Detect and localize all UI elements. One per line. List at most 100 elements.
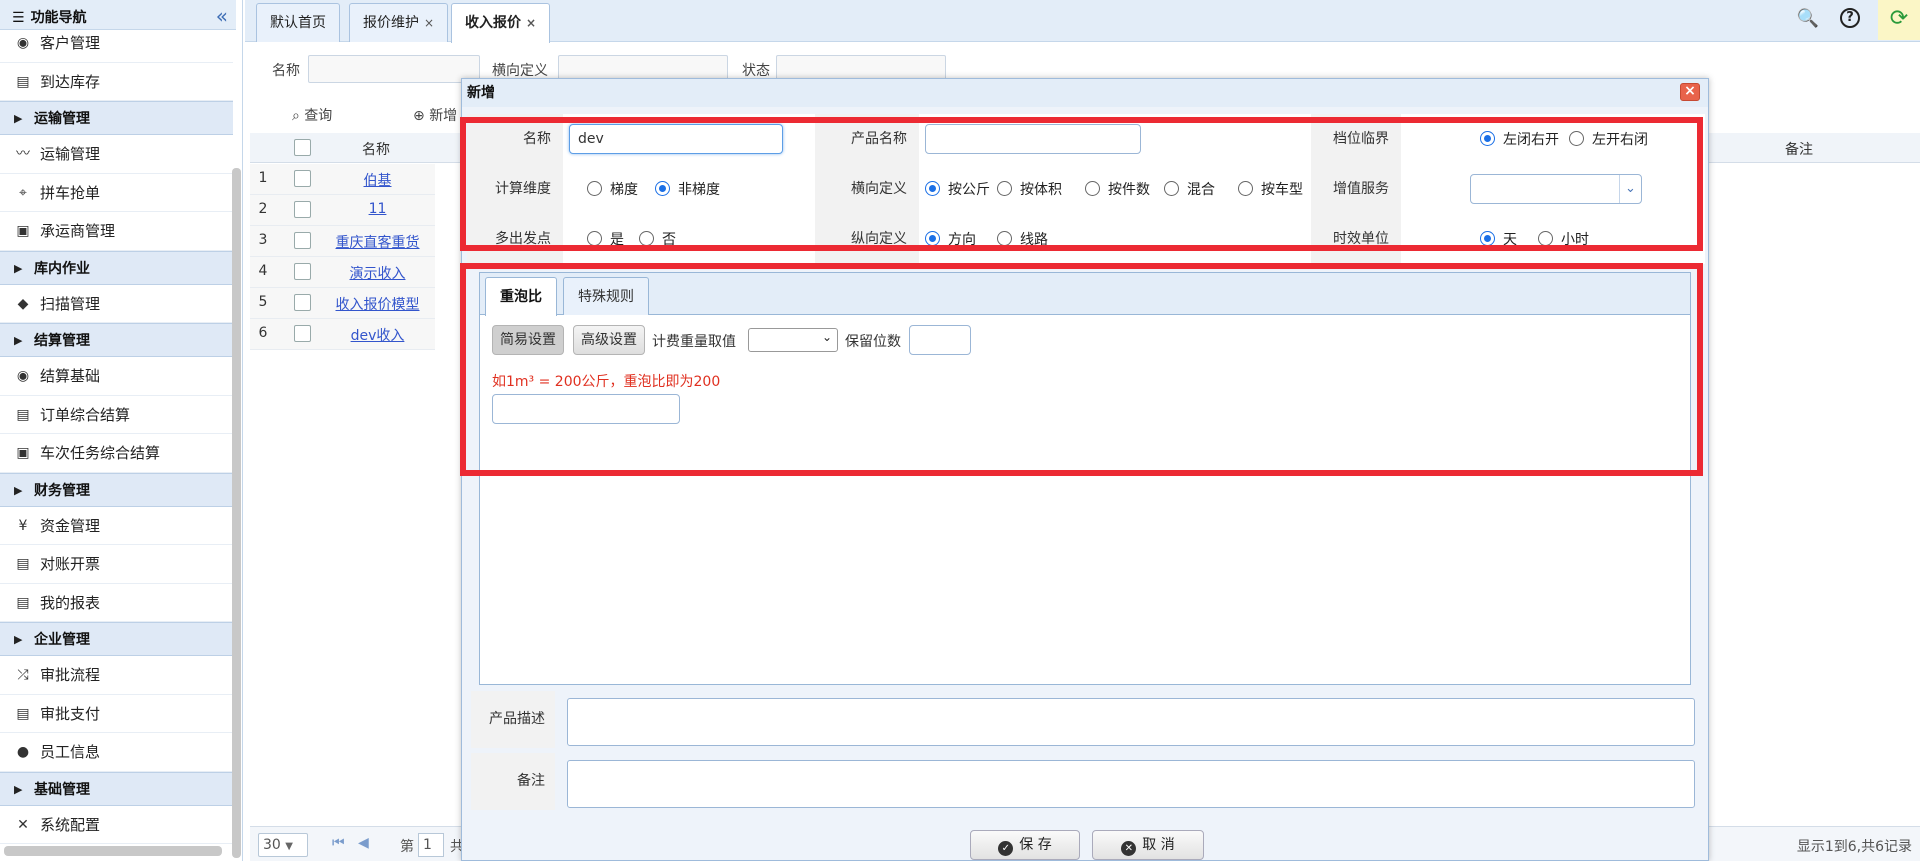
table-row[interactable]: 2 11 (250, 195, 435, 226)
sidebar-item-label: 员工信息 (40, 743, 101, 761)
table-row[interactable]: 1 伯基 (250, 164, 435, 195)
sidebar-item-label: 运输管理 (40, 145, 101, 163)
user-icon: ● (16, 744, 30, 760)
row-name-link[interactable]: 重庆直客重货 (250, 232, 435, 252)
sidebar-item[interactable]: ▤ 到达库存 (0, 63, 233, 101)
row-name-link[interactable]: 11 (250, 201, 435, 217)
sidebar-item[interactable]: ▤ 我的报表 (0, 584, 233, 622)
document-icon: ▤ (16, 556, 30, 572)
sidebar-item[interactable]: 〰运输管理 (0, 135, 233, 174)
remark-textarea[interactable] (567, 760, 1695, 808)
caret-right-icon: ▶ (14, 261, 23, 275)
table-row[interactable]: 3 重庆直客重货 (250, 226, 435, 257)
save-label: 保 存 (1019, 837, 1052, 853)
sidebar-item[interactable]: ◆ 扫描管理 (0, 285, 233, 323)
sidebar-header: ☰ 功能导航 « (0, 0, 236, 30)
page-size-select[interactable]: 30 ▼ (258, 833, 308, 857)
dialog-title: 新增 (462, 79, 1708, 107)
sidebar-item-label: 订单综合结算 (40, 405, 131, 424)
sidebar-item[interactable]: ▣ 车次任务综合结算 (0, 434, 233, 473)
tab-quote-maintenance[interactable]: 报价维护 × (349, 3, 449, 42)
prev-page-icon[interactable]: ◀ (358, 835, 369, 851)
sidebar-item[interactable]: ▣ 承运商管理 (0, 212, 233, 251)
sidebar-item-label: 结算基础 (40, 367, 101, 385)
highlight-box-form (460, 117, 1703, 251)
sidebar-group[interactable]: ▶ 库内作业 (0, 250, 233, 285)
sidebar-item-label: 扫描管理 (40, 294, 101, 313)
chevron-down-icon: ▼ (285, 841, 293, 852)
sidebar-item-label: 拼车抢单 (40, 183, 101, 202)
help-icon[interactable]: ? (1840, 8, 1860, 28)
caret-right-icon: ▶ (14, 112, 23, 125)
sidebar-group[interactable]: ▶ 财务管理 (0, 472, 233, 507)
sidebar-horizontal-scrollbar[interactable] (4, 846, 222, 856)
query-button[interactable]: ⌕ 查询 (292, 105, 332, 125)
close-icon[interactable]: × (424, 16, 434, 30)
cancel-label: 取 消 (1142, 837, 1175, 853)
save-button[interactable]: ✓ 保 存 (970, 830, 1080, 860)
sidebar-item[interactable]: ● 员工信息 (0, 733, 233, 772)
select-all-checkbox[interactable] (294, 139, 311, 156)
document-icon: ▤ (16, 705, 30, 722)
row-name-link[interactable]: dev收入 (250, 325, 435, 345)
sidebar-item[interactable]: ⤮ 审批流程 (0, 656, 233, 695)
pager-summary: 显示1到6,共6记录 (1796, 839, 1912, 855)
add-button[interactable]: ⊕ 新增 (413, 105, 457, 125)
caret-right-icon: ▶ (14, 483, 23, 497)
product-desc-label: 产品描述 (471, 691, 555, 748)
sidebar-group[interactable]: ▶ 运输管理 (0, 101, 233, 135)
filter-name-label: 名称 (272, 63, 300, 79)
page-size-value: 30 (263, 837, 281, 853)
sidebar-group[interactable]: ▶ 基础管理 (0, 771, 233, 806)
bus-icon: ▣ (16, 445, 30, 461)
sidebar-item[interactable]: ▤ 对账开票 (0, 545, 233, 584)
search-icon[interactable]: 🔍 (1795, 6, 1821, 32)
location-pin-icon: ⌖ (19, 184, 27, 201)
bus-icon: ▣ (16, 223, 30, 239)
document-icon: ▤ (16, 406, 30, 423)
sidebar-title: 功能导航 (30, 10, 87, 26)
refresh-icon[interactable]: ⟳ (1878, 0, 1920, 40)
sidebar-item[interactable]: ⌖ 拼车抢单 (0, 174, 233, 212)
tab-income-quote[interactable]: 收入报价 × (451, 3, 551, 43)
sidebar-group-label: 财务管理 (34, 482, 90, 499)
double-chevron-left-icon[interactable]: « (216, 0, 228, 34)
table-row[interactable]: 6 dev收入 (250, 319, 435, 350)
yen-icon: ¥ (18, 517, 28, 534)
sidebar-item-label: 我的报表 (40, 593, 101, 612)
sidebar-item-label: 资金管理 (40, 516, 101, 535)
first-page-icon[interactable]: ⏮ (332, 835, 345, 851)
row-name-link[interactable]: 演示收入 (250, 263, 435, 283)
sidebar-vertical-scrollbar[interactable] (232, 168, 241, 858)
tab-default-home[interactable]: 默认首页 (256, 3, 340, 42)
close-icon[interactable]: × (1680, 83, 1700, 101)
cube-icon: ◆ (17, 295, 29, 312)
sidebar-item[interactable]: ¥ 资金管理 (0, 507, 233, 545)
sidebar-item[interactable]: ◉ 结算基础 (0, 357, 233, 396)
cancel-button[interactable]: ✕ 取 消 (1092, 830, 1204, 860)
close-icon[interactable]: × (526, 16, 536, 30)
page-number-input[interactable]: 1 (418, 833, 444, 857)
sidebar-item[interactable]: ▤ 订单综合结算 (0, 396, 233, 434)
tab-label: 收入报价 (465, 15, 521, 31)
page-number-value: 1 (423, 837, 432, 853)
product-desc-textarea[interactable] (567, 698, 1695, 746)
sidebar-group[interactable]: ▶ 企业管理 (0, 622, 233, 656)
table-row[interactable]: 4 演示收入 (250, 257, 435, 288)
add-label: 新增 (429, 108, 458, 124)
sidebar-item[interactable]: ▤ 审批支付 (0, 695, 233, 733)
table-row[interactable]: 5 收入报价模型 (250, 288, 435, 319)
sidebar-item-label: 车次任务综合结算 (40, 444, 161, 462)
grid-header-remark: 备注 (1785, 142, 1813, 158)
caret-right-icon: ▶ (14, 633, 23, 646)
sidebar-group[interactable]: ▶ 结算管理 (0, 323, 233, 357)
row-name-link[interactable]: 收入报价模型 (250, 294, 435, 314)
plus-circle-icon: ⊕ (413, 108, 425, 124)
filter-horizontal-label: 横向定义 (492, 63, 548, 79)
page-label: 第 (400, 839, 414, 855)
sidebar-item-label: 到达库存 (40, 72, 101, 91)
tab-label: 报价维护 (363, 15, 419, 31)
row-name-link[interactable]: 伯基 (250, 170, 435, 190)
sidebar-item[interactable]: ✕ 系统配置 (0, 806, 233, 844)
filter-name-input[interactable] (308, 55, 480, 83)
